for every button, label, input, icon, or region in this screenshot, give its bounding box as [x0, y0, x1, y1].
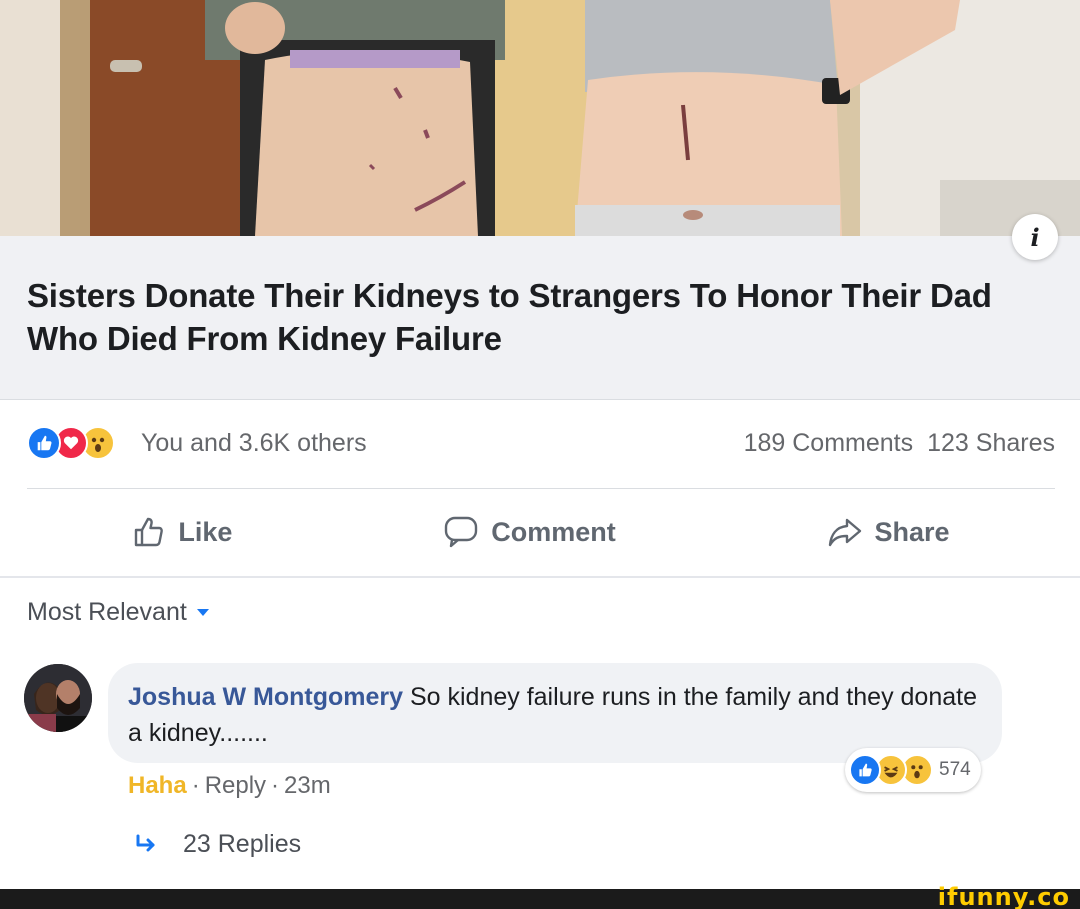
comment-meta: Haha · Reply · 23m	[128, 772, 331, 800]
article-photo	[0, 0, 1080, 236]
avatar-photo	[24, 664, 92, 732]
watermark-bar: ifunny.co	[0, 883, 1080, 909]
comment-timestamp[interactable]: 23m	[284, 772, 331, 799]
reactions-summary[interactable]: You and 3.6K others	[141, 429, 367, 458]
meta-separator: ·	[271, 772, 280, 799]
info-button[interactable]: i	[1012, 214, 1058, 260]
replies-count: 23 Replies	[183, 830, 302, 858]
like-label: Like	[178, 516, 233, 547]
info-icon: i	[1030, 222, 1040, 252]
reply-arrow-icon	[135, 830, 157, 859]
avatar[interactable]	[24, 664, 92, 732]
haha-reaction-link[interactable]: Haha	[128, 772, 187, 799]
thumbs-up-icon	[132, 515, 166, 549]
comment-author[interactable]: Joshua W Montgomery	[128, 683, 403, 711]
reaction-icons[interactable]	[27, 426, 115, 460]
engagement-counts: 189 Comments 123 Shares	[730, 429, 1055, 458]
post-actions: Like Comment Share	[27, 490, 1055, 574]
reply-link[interactable]: Reply	[205, 772, 266, 799]
link-preview-caption[interactable]: i Sisters Donate Their Kidneys to Strang…	[0, 214, 1080, 400]
shares-count[interactable]: 123 Shares	[927, 429, 1055, 457]
ifunny-watermark: ifunny.co	[937, 883, 1070, 909]
reaction-stats-bar: You and 3.6K others 189 Comments 123 Shar…	[27, 420, 1055, 468]
share-button[interactable]: Share	[827, 515, 950, 549]
comment-bubble-icon	[443, 515, 479, 549]
like-icon	[27, 426, 61, 460]
meta-separator: ·	[191, 772, 200, 799]
comment-reactions[interactable]: 574	[845, 748, 981, 792]
comments-count[interactable]: 189 Comments	[744, 429, 914, 457]
article-headline[interactable]: Sisters Donate Their Kidneys to Stranger…	[27, 274, 1057, 360]
sort-label: Most Relevant	[27, 598, 187, 626]
comment-label: Comment	[491, 516, 616, 547]
view-replies-link[interactable]: 23 Replies	[135, 830, 301, 859]
comment-sort-dropdown[interactable]: Most Relevant	[27, 598, 209, 627]
comment-button[interactable]: Comment	[443, 515, 616, 549]
share-label: Share	[874, 516, 950, 547]
article-image[interactable]	[0, 0, 1080, 236]
like-button[interactable]: Like	[132, 515, 232, 549]
share-arrow-icon	[827, 515, 863, 549]
like-icon	[849, 754, 881, 786]
section-divider	[0, 576, 1080, 578]
caret-down-icon	[196, 609, 209, 616]
stats-divider	[27, 488, 1055, 489]
comment-reaction-count: 574	[939, 759, 971, 780]
